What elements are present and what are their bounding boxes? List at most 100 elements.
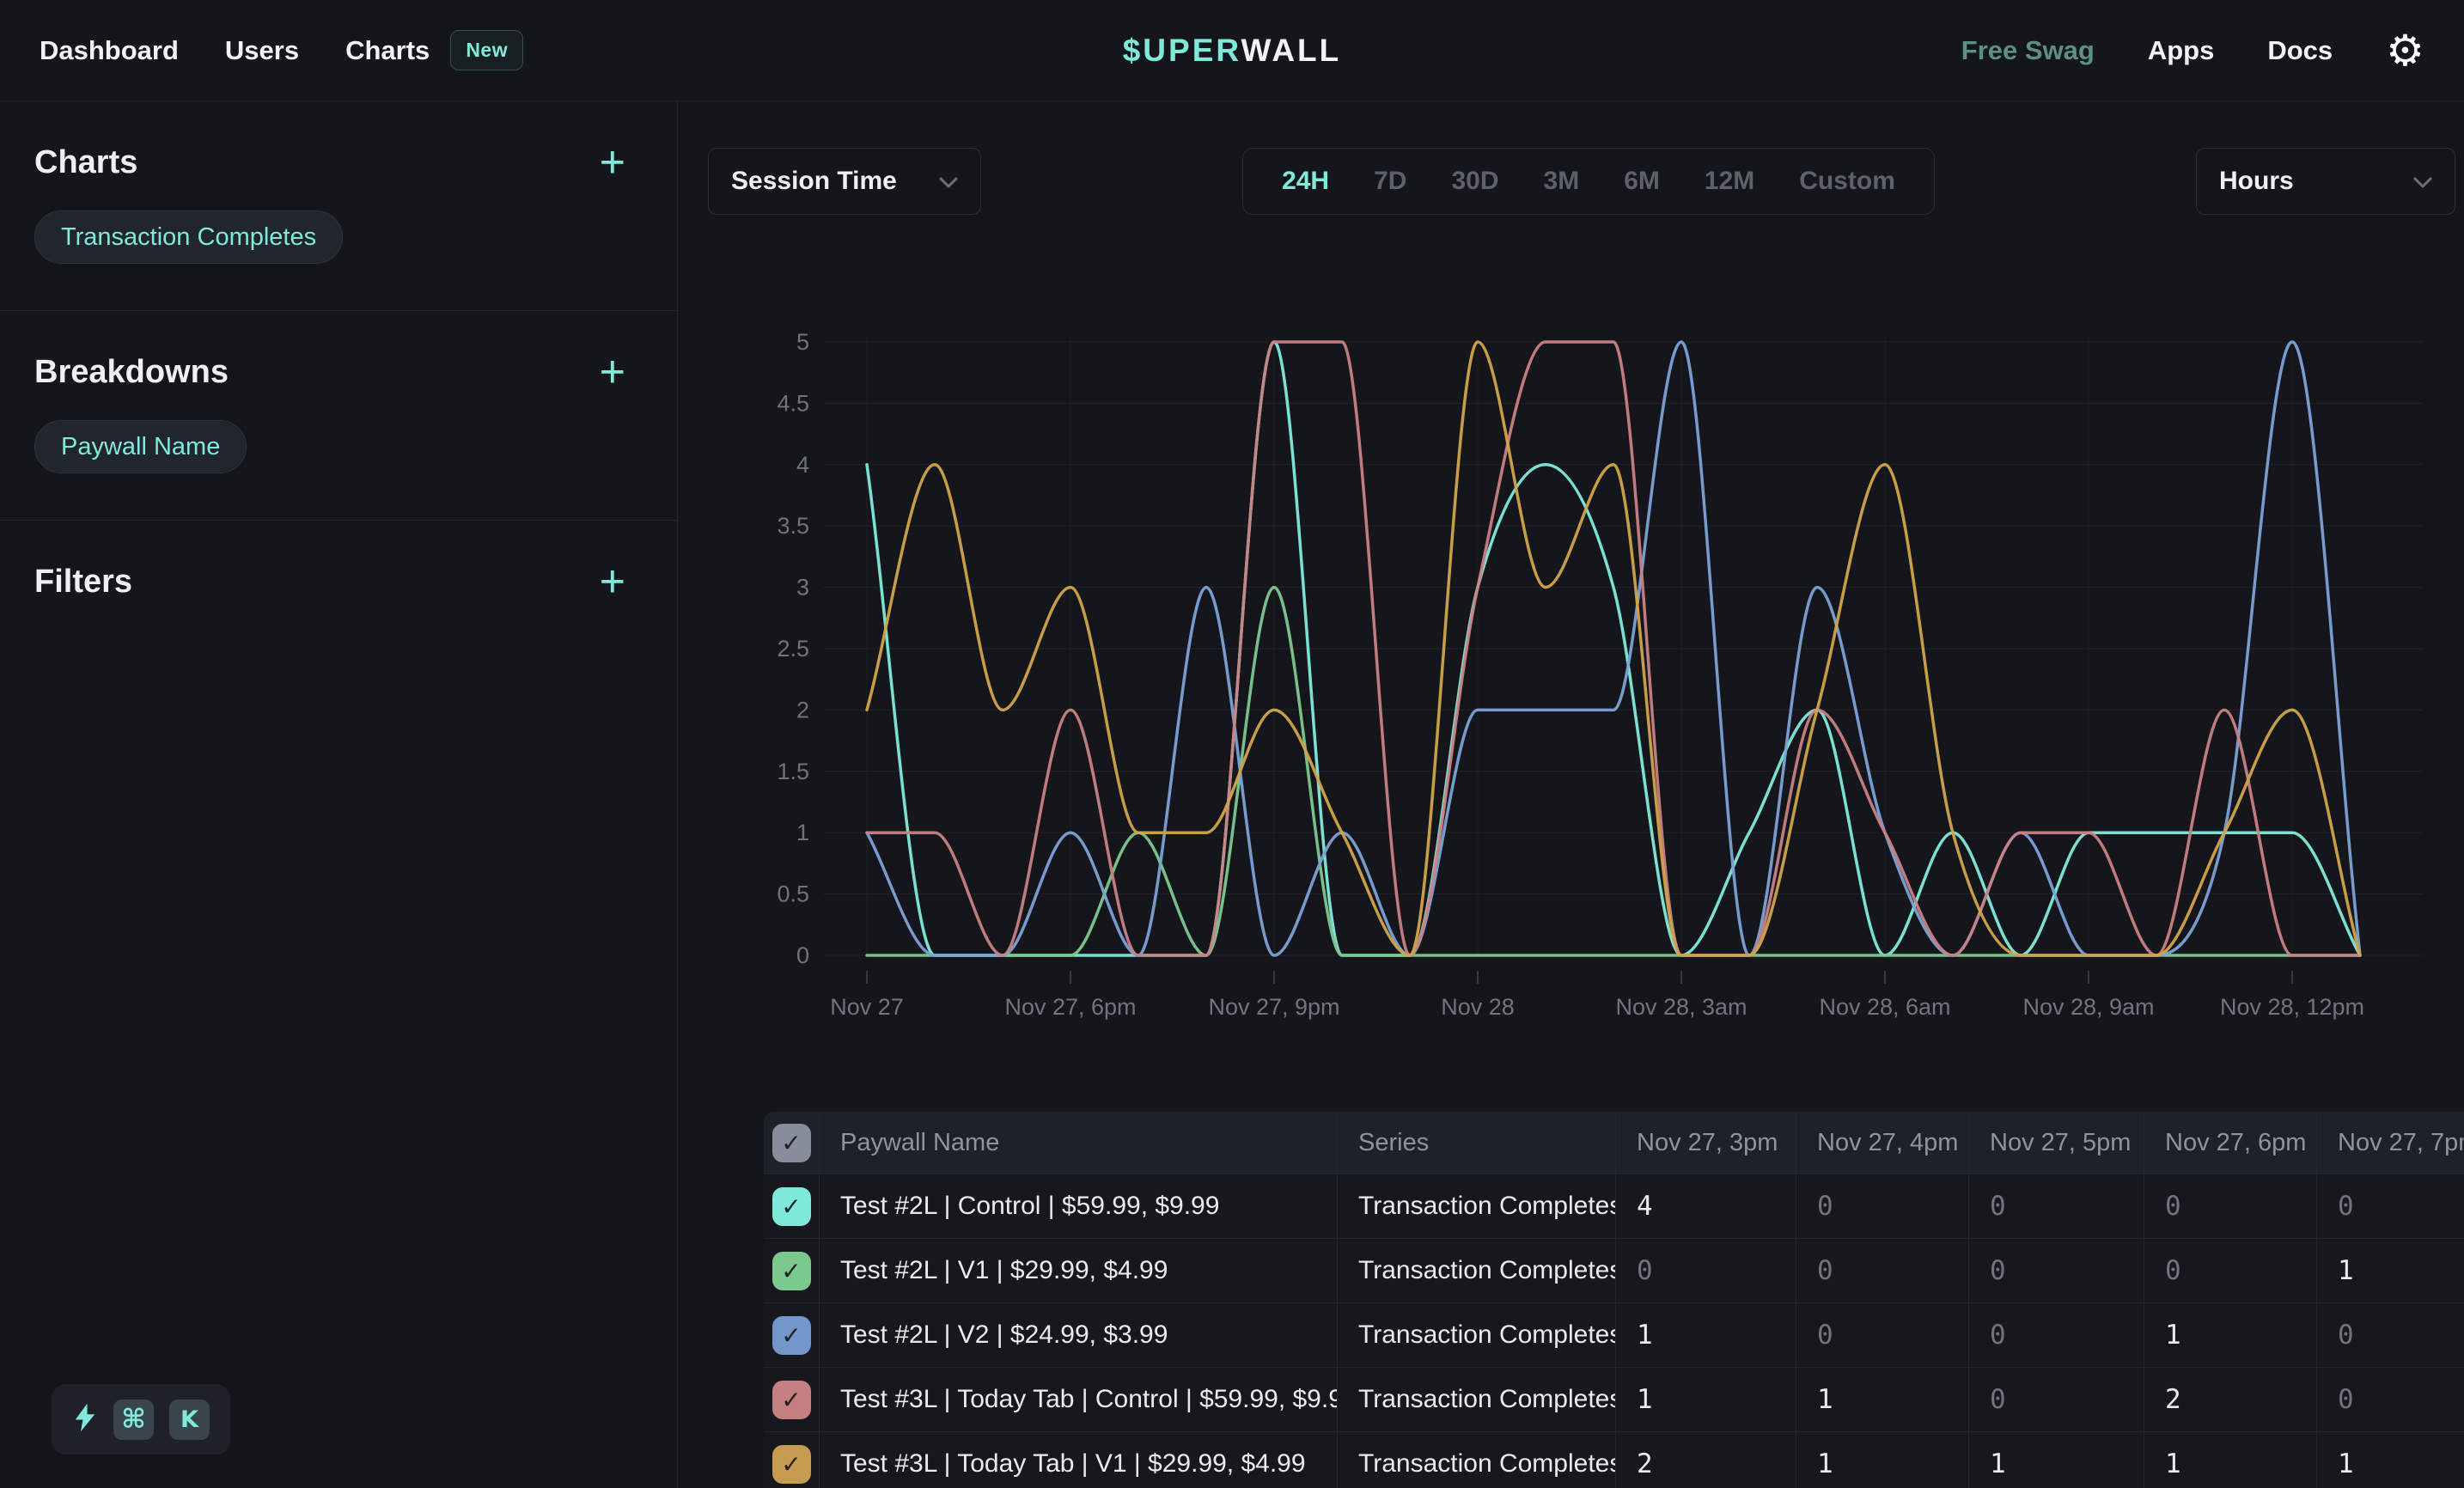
value-cell: 1 <box>2144 1432 2317 1488</box>
cmd-key: ⌘ <box>113 1400 154 1440</box>
x-axis-label: Nov 27 <box>830 994 904 1020</box>
paywall-name-cell: Test #2L | Control | $59.99, $9.99 <box>820 1174 1338 1238</box>
value-cell: 2 <box>1616 1432 1796 1488</box>
value-cell: 2 <box>2144 1368 2317 1431</box>
nav-item-docs[interactable]: Docs <box>2267 35 2333 66</box>
value-cell: 0 <box>1796 1303 1969 1367</box>
y-axis-label: 0 <box>796 942 809 968</box>
value-cell: 0 <box>1796 1239 1969 1302</box>
value-cell: 0 <box>2317 1303 2464 1367</box>
nav-item-free-swag[interactable]: Free Swag <box>1961 35 2095 66</box>
nav-item-apps[interactable]: Apps <box>2148 35 2215 66</box>
value-cell: 0 <box>2317 1174 2464 1238</box>
y-axis-label: 2.5 <box>777 636 809 662</box>
new-badge: New <box>450 30 523 70</box>
table-row: ✓Test #2L | V2 | $24.99, $3.99Transactio… <box>764 1302 2464 1367</box>
nav-right: Free Swag Apps Docs ⚙ <box>1961 29 2424 72</box>
x-axis-label: Nov 28, 6am <box>1819 994 1950 1020</box>
k-key: K <box>169 1400 210 1440</box>
sidebar-section-filters: Filters + <box>0 521 677 647</box>
checkbox-cell: ✓ <box>764 1432 820 1488</box>
gear-icon[interactable]: ⚙ <box>2386 29 2424 72</box>
row-checkbox[interactable]: ✓ <box>772 1252 811 1290</box>
value-cell: 1 <box>1796 1368 1969 1431</box>
breakdown-table: ✓ Paywall Name Series Nov 27, 3pm Nov 27… <box>764 1112 2464 1488</box>
y-axis-label: 3 <box>796 575 809 601</box>
nav-item-users[interactable]: Users <box>225 35 299 66</box>
granularity-select-value: Hours <box>2219 167 2294 196</box>
add-chart-button[interactable]: + <box>600 146 625 180</box>
sidebar: Charts + Transaction Completes Breakdown… <box>0 101 678 1488</box>
row-checkbox[interactable]: ✓ <box>772 1187 811 1226</box>
tab-6m[interactable]: 6M <box>1624 167 1660 196</box>
nav-item-charts[interactable]: Charts <box>345 35 430 66</box>
metric-select[interactable]: Session Time <box>708 148 981 215</box>
nav-item-dashboard[interactable]: Dashboard <box>40 35 179 66</box>
value-cell: 0 <box>1969 1174 2144 1238</box>
y-axis-label: 1 <box>796 820 809 845</box>
tab-custom[interactable]: Custom <box>1799 167 1895 196</box>
col-header-series: Series <box>1338 1112 1616 1174</box>
main-content: Session Time 24H 7D 30D 3M 6M 12M Custom… <box>679 101 2464 1488</box>
series-cell: Transaction Completes <box>1338 1303 1616 1367</box>
checkbox-cell: ✓ <box>764 1174 820 1238</box>
granularity-select[interactable]: Hours <box>2196 148 2455 215</box>
paywall-name-cell: Test #2L | V1 | $29.99, $4.99 <box>820 1239 1338 1302</box>
transaction-completes-chart[interactable]: 00.511.522.533.544.55Nov 27Nov 27, 6pmNo… <box>756 320 2431 1034</box>
value-cell: 1 <box>2144 1303 2317 1367</box>
tab-24h[interactable]: 24H <box>1282 167 1329 196</box>
y-axis-label: 0.5 <box>777 881 809 907</box>
chart-pill-transaction-completes[interactable]: Transaction Completes <box>34 210 343 264</box>
row-checkbox[interactable]: ✓ <box>772 1445 811 1484</box>
nav-charts-group: Charts New <box>345 30 523 70</box>
x-axis-label: Nov 28 <box>1441 994 1515 1020</box>
command-palette-shortcut[interactable]: ⌘ K <box>52 1384 230 1454</box>
col-header-time-5: Nov 27, 7pm <box>2317 1112 2464 1174</box>
series-cell: Transaction Completes <box>1338 1432 1616 1488</box>
value-cell: 0 <box>2317 1368 2464 1431</box>
col-header-paywall-name: Paywall Name <box>820 1112 1338 1174</box>
table-body: ✓Test #2L | Control | $59.99, $9.99Trans… <box>764 1174 2464 1488</box>
col-header-time-4: Nov 27, 6pm <box>2144 1112 2317 1174</box>
sidebar-section-breakdowns: Breakdowns + Paywall Name <box>0 311 677 521</box>
col-header-time-2: Nov 27, 4pm <box>1796 1112 1969 1174</box>
filters-section-title: Filters <box>34 564 132 601</box>
metric-select-value: Session Time <box>731 167 897 196</box>
tab-7d[interactable]: 7D <box>1374 167 1406 196</box>
x-axis-label: Nov 28, 3am <box>1615 994 1747 1020</box>
paywall-name-cell: Test #3L | Today Tab | V1 | $29.99, $4.9… <box>820 1432 1338 1488</box>
checkbox-cell: ✓ <box>764 1303 820 1367</box>
value-cell: 1 <box>1969 1432 2144 1488</box>
row-checkbox[interactable]: ✓ <box>772 1316 811 1355</box>
add-filter-button[interactable]: + <box>600 565 625 599</box>
value-cell: 1 <box>1796 1432 1969 1488</box>
value-cell: 0 <box>1796 1174 1969 1238</box>
breakdown-pill-paywall-name[interactable]: Paywall Name <box>34 420 247 473</box>
y-axis-label: 4 <box>796 452 809 478</box>
tab-30d[interactable]: 30D <box>1451 167 1498 196</box>
charts-section-title: Charts <box>34 144 137 181</box>
add-breakdown-button[interactable]: + <box>600 356 625 389</box>
breakdowns-section-title: Breakdowns <box>34 354 229 391</box>
value-cell: 0 <box>2144 1239 2317 1302</box>
tab-3m[interactable]: 3M <box>1544 167 1580 196</box>
top-nav: Dashboard Users Charts New $UPERWALL Fre… <box>0 0 2464 101</box>
tab-12m[interactable]: 12M <box>1705 167 1754 196</box>
y-axis-label: 2 <box>796 697 809 723</box>
value-cell: 0 <box>1616 1239 1796 1302</box>
value-cell: 0 <box>1969 1368 2144 1431</box>
value-cell: 0 <box>1969 1239 2144 1302</box>
paywall-name-cell: Test #3L | Today Tab | Control | $59.99,… <box>820 1368 1338 1431</box>
x-axis-label: Nov 28, 12pm <box>2220 994 2364 1020</box>
x-axis-label: Nov 27, 9pm <box>1208 994 1339 1020</box>
value-cell: 4 <box>1616 1174 1796 1238</box>
row-checkbox[interactable]: ✓ <box>772 1381 811 1419</box>
sidebar-section-charts: Charts + Transaction Completes <box>0 101 677 311</box>
chevron-down-icon <box>2413 167 2432 196</box>
superwall-logo[interactable]: $UPERWALL <box>1123 33 1342 69</box>
series-cell: Transaction Completes <box>1338 1239 1616 1302</box>
select-all-checkbox[interactable]: ✓ <box>772 1124 811 1162</box>
time-range-tabs: 24H 7D 30D 3M 6M 12M Custom <box>1242 148 1935 215</box>
value-cell: 1 <box>2317 1432 2464 1488</box>
x-axis-label: Nov 27, 6pm <box>1004 994 1136 1020</box>
